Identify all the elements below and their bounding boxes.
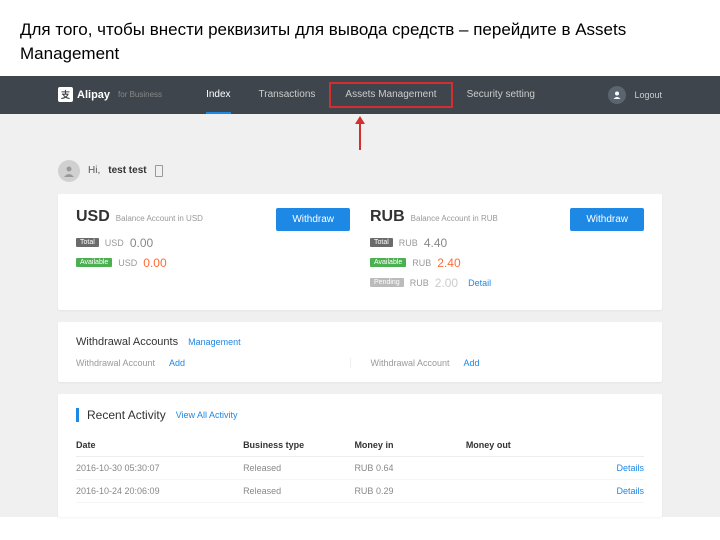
phone-icon bbox=[155, 165, 163, 177]
logout-link[interactable]: Logout bbox=[634, 90, 662, 100]
usd-code: USD bbox=[76, 208, 110, 226]
rub-pend-cur: RUB bbox=[410, 278, 429, 288]
table-row: 2016-10-24 20:06:09 Released RUB 0.29 De… bbox=[76, 480, 644, 503]
avatar bbox=[58, 160, 80, 182]
details-link[interactable]: Details bbox=[617, 463, 645, 473]
rub-avail-badge: Available bbox=[370, 258, 406, 267]
balances-card: USD Balance Account in USD Total USD 0.0… bbox=[58, 194, 662, 310]
rub-total-val: 4.40 bbox=[424, 236, 447, 250]
instruction-text: Для того, чтобы внести реквизиты для выв… bbox=[0, 0, 720, 76]
usd-avail-badge: Available bbox=[76, 258, 112, 267]
nav-items: Index Transactions Assets Management Sec… bbox=[192, 76, 549, 114]
rub-withdraw-button[interactable]: Withdraw bbox=[570, 208, 644, 231]
withdrawal-col-left: Withdrawal Account Add bbox=[76, 358, 350, 368]
nav-index[interactable]: Index bbox=[192, 76, 244, 114]
logo: 支 Alipay bbox=[58, 87, 110, 102]
usd-total-badge: Total bbox=[76, 238, 99, 247]
usd-avail-val: 0.00 bbox=[143, 256, 166, 270]
greeting-name: test test bbox=[108, 165, 146, 176]
cell-in: RUB 0.64 bbox=[354, 463, 465, 473]
recent-activity-card: Recent Activity View All Activity Date B… bbox=[58, 394, 662, 517]
withdrawal-account-label: Withdrawal Account bbox=[371, 358, 450, 368]
nav-right: Logout bbox=[608, 86, 662, 104]
logo-text: Alipay bbox=[77, 89, 110, 101]
withdrawal-management-link[interactable]: Management bbox=[188, 337, 241, 347]
cell-out bbox=[466, 463, 577, 473]
rub-code: RUB bbox=[370, 208, 405, 226]
usd-total-cur: USD bbox=[105, 238, 124, 248]
usd-avail-cur: USD bbox=[118, 258, 137, 268]
rub-total-cur: RUB bbox=[399, 238, 418, 248]
logo-badge: 支 bbox=[58, 87, 73, 102]
greeting-hi: Hi, bbox=[88, 165, 100, 176]
rub-detail-link[interactable]: Detail bbox=[468, 278, 491, 288]
withdrawal-account-label: Withdrawal Account bbox=[76, 358, 155, 368]
table-row: 2016-10-30 05:30:07 Released RUB 0.64 De… bbox=[76, 457, 644, 480]
brand-sub: for Business bbox=[118, 90, 162, 99]
withdrawal-accounts-card: Withdrawal Accounts Management Withdrawa… bbox=[58, 322, 662, 382]
rub-avail-cur: RUB bbox=[412, 258, 431, 268]
app-container: 支 Alipay for Business Index Transactions… bbox=[0, 76, 720, 517]
cell-in: RUB 0.29 bbox=[354, 486, 465, 496]
rub-total-badge: Total bbox=[370, 238, 393, 247]
user-icon bbox=[608, 86, 626, 104]
withdrawal-col-right: Withdrawal Account Add bbox=[350, 358, 645, 368]
greeting: Hi, test test bbox=[58, 150, 662, 194]
cell-date: 2016-10-24 20:06:09 bbox=[76, 486, 243, 496]
withdrawal-add-link-right[interactable]: Add bbox=[464, 358, 480, 368]
rub-pend-val: 2.00 bbox=[435, 276, 458, 290]
nav-transactions[interactable]: Transactions bbox=[245, 76, 330, 114]
th-in: Money in bbox=[354, 440, 465, 450]
cell-date: 2016-10-30 05:30:07 bbox=[76, 463, 243, 473]
usd-total-val: 0.00 bbox=[130, 236, 153, 250]
balance-rub: RUB Balance Account in RUB Total RUB 4.4… bbox=[370, 208, 644, 296]
view-all-activity-link[interactable]: View All Activity bbox=[176, 410, 238, 420]
th-out: Money out bbox=[466, 440, 577, 450]
usd-withdraw-button[interactable]: Withdraw bbox=[276, 208, 350, 231]
navbar: 支 Alipay for Business Index Transactions… bbox=[0, 76, 720, 114]
th-type: Business type bbox=[243, 440, 354, 450]
balance-usd: USD Balance Account in USD Total USD 0.0… bbox=[76, 208, 350, 296]
arrow-indicator bbox=[0, 116, 720, 150]
cell-out bbox=[466, 486, 577, 496]
activity-table: Date Business type Money in Money out 20… bbox=[76, 434, 644, 503]
rub-sub: Balance Account in RUB bbox=[411, 214, 498, 223]
nav-assets-management[interactable]: Assets Management bbox=[329, 82, 452, 108]
usd-sub: Balance Account in USD bbox=[116, 214, 203, 223]
content: Hi, test test USD Balance Account in USD… bbox=[0, 150, 720, 517]
withdrawal-add-link-left[interactable]: Add bbox=[169, 358, 185, 368]
recent-title: Recent Activity bbox=[87, 408, 166, 422]
cell-type: Released bbox=[243, 486, 354, 496]
th-date: Date bbox=[76, 440, 243, 450]
details-link[interactable]: Details bbox=[617, 486, 645, 496]
rub-avail-val: 2.40 bbox=[437, 256, 460, 270]
nav-security-setting[interactable]: Security setting bbox=[453, 76, 549, 114]
table-header: Date Business type Money in Money out bbox=[76, 434, 644, 457]
cell-type: Released bbox=[243, 463, 354, 473]
rub-pend-badge: Pending bbox=[370, 278, 404, 287]
withdrawal-title: Withdrawal Accounts bbox=[76, 336, 178, 348]
